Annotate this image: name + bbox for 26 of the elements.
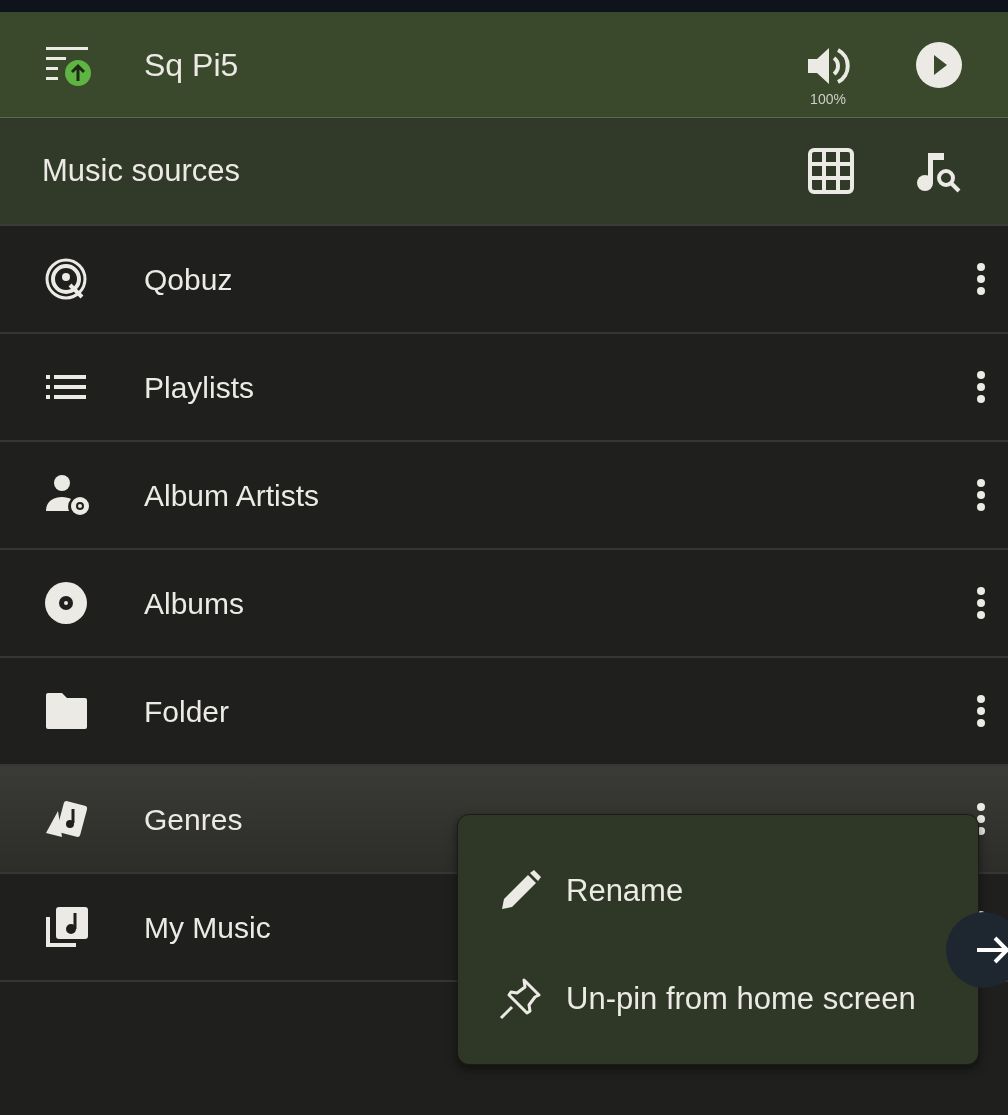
source-label: Folder: [144, 693, 230, 730]
player-name: Sq Pi5: [144, 45, 239, 85]
source-label: Playlists: [144, 369, 255, 406]
source-label: Album Artists: [144, 477, 320, 514]
source-row[interactable]: Albums: [0, 550, 1008, 658]
pin-icon: [498, 977, 542, 1021]
source-label: My Music: [144, 909, 271, 946]
source-label: Qobuz: [144, 261, 233, 298]
source-row[interactable]: Album Artists: [0, 442, 1008, 550]
more-icon[interactable]: [976, 478, 986, 512]
volume-level: 100%: [810, 91, 846, 106]
more-icon[interactable]: [976, 694, 986, 728]
play-icon[interactable]: [916, 41, 962, 88]
source-label: Albums: [144, 585, 245, 622]
source-row[interactable]: Playlists: [0, 334, 1008, 442]
more-icon[interactable]: [976, 262, 986, 296]
more-icon[interactable]: [976, 586, 986, 620]
menu-item[interactable]: Rename: [458, 837, 978, 945]
source-row[interactable]: Qobuz: [0, 226, 1008, 334]
more-icon[interactable]: [976, 370, 986, 404]
toolbar-title: Music sources: [42, 151, 241, 190]
source-label: Genres: [144, 801, 243, 838]
menu-item[interactable]: Un-pin from home screen: [458, 945, 978, 1053]
grid-icon[interactable]: [808, 148, 854, 194]
more-icon[interactable]: [976, 802, 986, 836]
artist-icon: [44, 473, 92, 517]
